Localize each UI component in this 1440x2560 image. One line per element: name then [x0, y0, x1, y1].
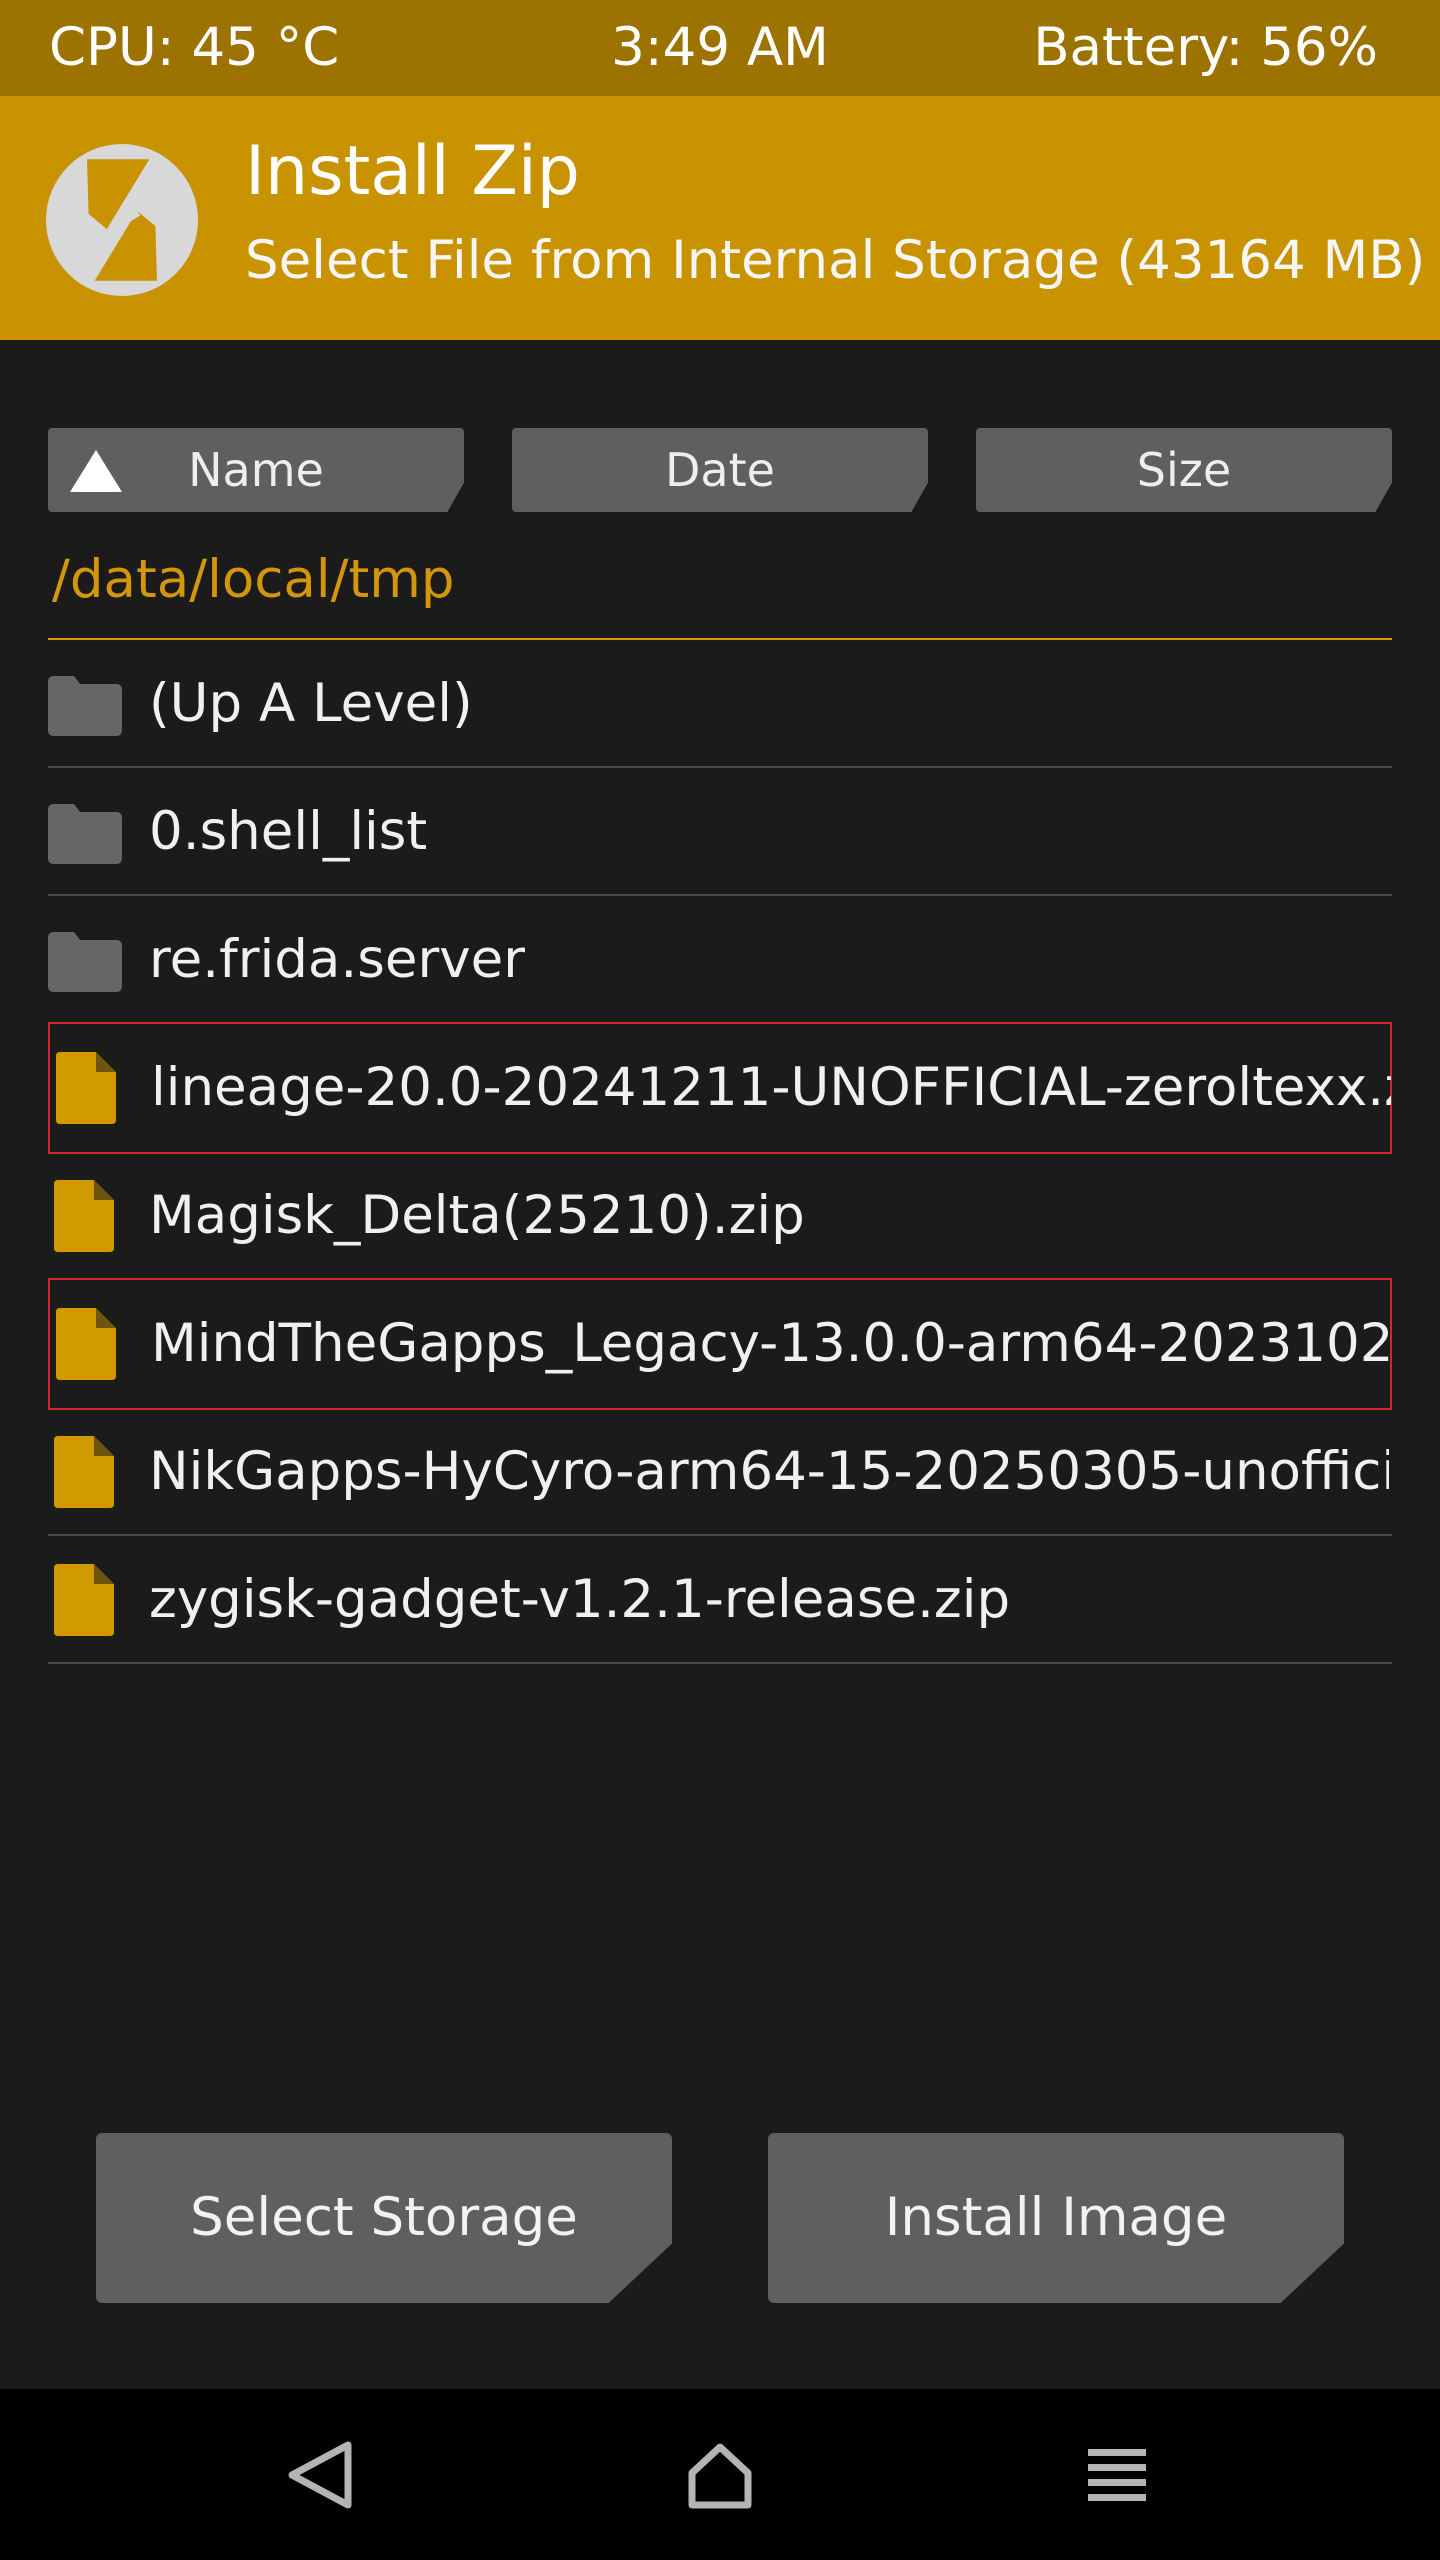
list-item-folder[interactable]: re.frida.server: [48, 896, 1392, 1024]
page-title: Install Zip: [245, 132, 580, 211]
list-item-label: Magisk_Delta(25210).zip: [149, 1185, 805, 1246]
list-item-label: zygisk-gadget-v1.2.1-release.zip: [149, 1569, 1011, 1630]
list-item-folder[interactable]: 0.shell_list: [48, 768, 1392, 896]
file-icon: [54, 1436, 114, 1508]
list-item-file-selected[interactable]: lineage-20.0-20241211-UNOFFICIAL-zerolte…: [48, 1022, 1392, 1154]
install-image-button[interactable]: Install Image: [768, 2133, 1344, 2303]
file-icon: [54, 1180, 114, 1252]
file-list[interactable]: (Up A Level) 0.shell_list re.frida.serve…: [48, 640, 1392, 1664]
back-icon[interactable]: [284, 2437, 360, 2513]
battery-level: Battery: 56%: [1033, 17, 1378, 78]
header: Install Zip Select File from Internal St…: [0, 96, 1440, 340]
list-item-label: (Up A Level): [149, 673, 473, 734]
navigation-bar: [0, 2389, 1440, 2560]
folder-icon: [48, 676, 122, 736]
list-item-file[interactable]: zygisk-gadget-v1.2.1-release.zip: [48, 1536, 1392, 1664]
sort-name-label: Name: [188, 443, 324, 497]
list-item-file-selected[interactable]: MindTheGapps_Legacy-13.0.0-arm64-2023102…: [48, 1278, 1392, 1410]
menu-icon[interactable]: [1082, 2437, 1158, 2513]
list-item-label: 0.shell_list: [149, 801, 428, 862]
folder-icon: [48, 804, 122, 864]
list-item-label: MindTheGapps_Legacy-13.0.0-arm64-2023102…: [151, 1313, 1391, 1374]
list-item-file[interactable]: NikGapps-HyCyro-arm64-15-20250305-unoffi…: [48, 1408, 1392, 1536]
current-path: /data/local/tmp: [52, 549, 455, 610]
twrp-logo-icon: [46, 144, 198, 296]
file-icon: [54, 1564, 114, 1636]
twrp-screen: CPU: 45 °C 3:49 AM Battery: 56% Install …: [0, 0, 1440, 2560]
list-item-label: NikGapps-HyCyro-arm64-15-20250305-unoffi…: [149, 1441, 1389, 1502]
sort-by-date-button[interactable]: Date: [512, 428, 928, 512]
select-storage-button[interactable]: Select Storage: [96, 2133, 672, 2303]
list-item-label: lineage-20.0-20241211-UNOFFICIAL-zerolte…: [151, 1057, 1391, 1118]
sort-size-label: Size: [1136, 443, 1232, 497]
home-icon[interactable]: [682, 2437, 758, 2513]
sort-date-label: Date: [665, 443, 775, 497]
sort-ascending-icon: [70, 450, 122, 492]
sort-by-name-button[interactable]: Name: [48, 428, 464, 512]
sort-by-size-button[interactable]: Size: [976, 428, 1392, 512]
list-item-label: re.frida.server: [149, 929, 525, 990]
list-item-file[interactable]: Magisk_Delta(25210).zip: [48, 1152, 1392, 1280]
folder-icon: [48, 932, 122, 992]
page-subtitle: Select File from Internal Storage (43164…: [245, 230, 1426, 291]
status-bar: CPU: 45 °C 3:49 AM Battery: 56%: [0, 0, 1440, 96]
list-item-up-a-level[interactable]: (Up A Level): [48, 640, 1392, 768]
file-icon: [56, 1052, 116, 1124]
file-icon: [56, 1308, 116, 1380]
